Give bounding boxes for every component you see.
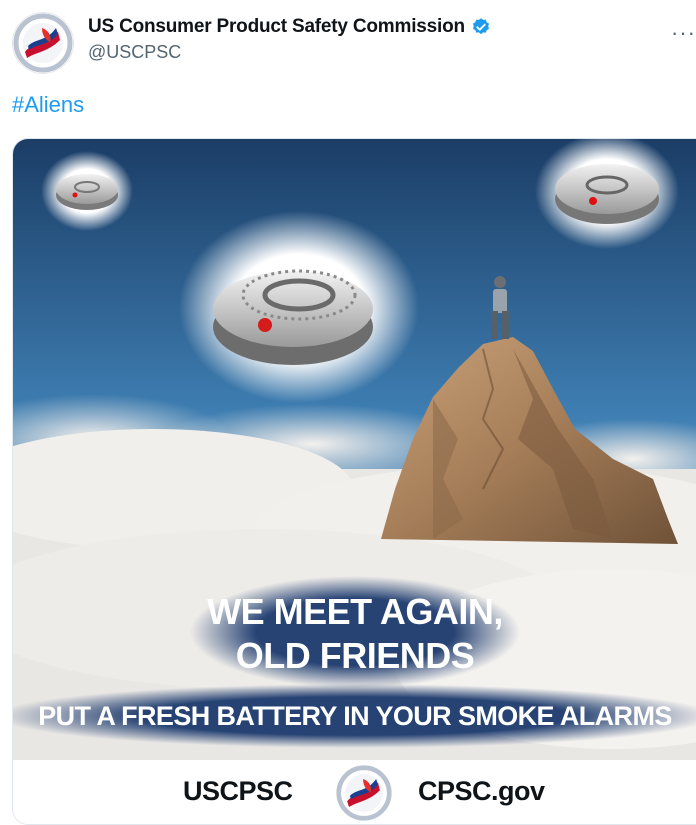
subline-banner <box>13 684 696 748</box>
footer-website: CPSC.gov <box>418 776 545 806</box>
media-card[interactable]: WE MEET AGAIN, OLD FRIENDS PUT A FRESH B… <box>12 138 696 825</box>
media-image <box>13 139 696 759</box>
smoke-alarm-large-center <box>179 211 419 403</box>
more-options-icon[interactable]: ··· <box>671 20 696 46</box>
cpsc-seal-icon <box>335 764 393 822</box>
cpsc-seal-icon <box>13 13 73 73</box>
verified-badge-icon <box>472 18 489 35</box>
smoke-alarm-small-left <box>41 151 133 231</box>
author-avatar[interactable] <box>12 12 74 74</box>
headline-banner <box>190 576 520 688</box>
author-row: US Consumer Product Safety Commission <box>88 16 491 38</box>
hashtag-link[interactable]: #Aliens <box>12 92 84 118</box>
author-name[interactable]: US Consumer Product Safety Commission <box>88 16 465 38</box>
media-footer: USCPSC CPSC.gov <box>13 759 696 824</box>
footer-handle: USCPSC <box>183 776 293 806</box>
author-handle[interactable]: @USCPSC <box>88 42 181 63</box>
tweet-header: US Consumer Product Safety Commission @U… <box>12 6 696 74</box>
